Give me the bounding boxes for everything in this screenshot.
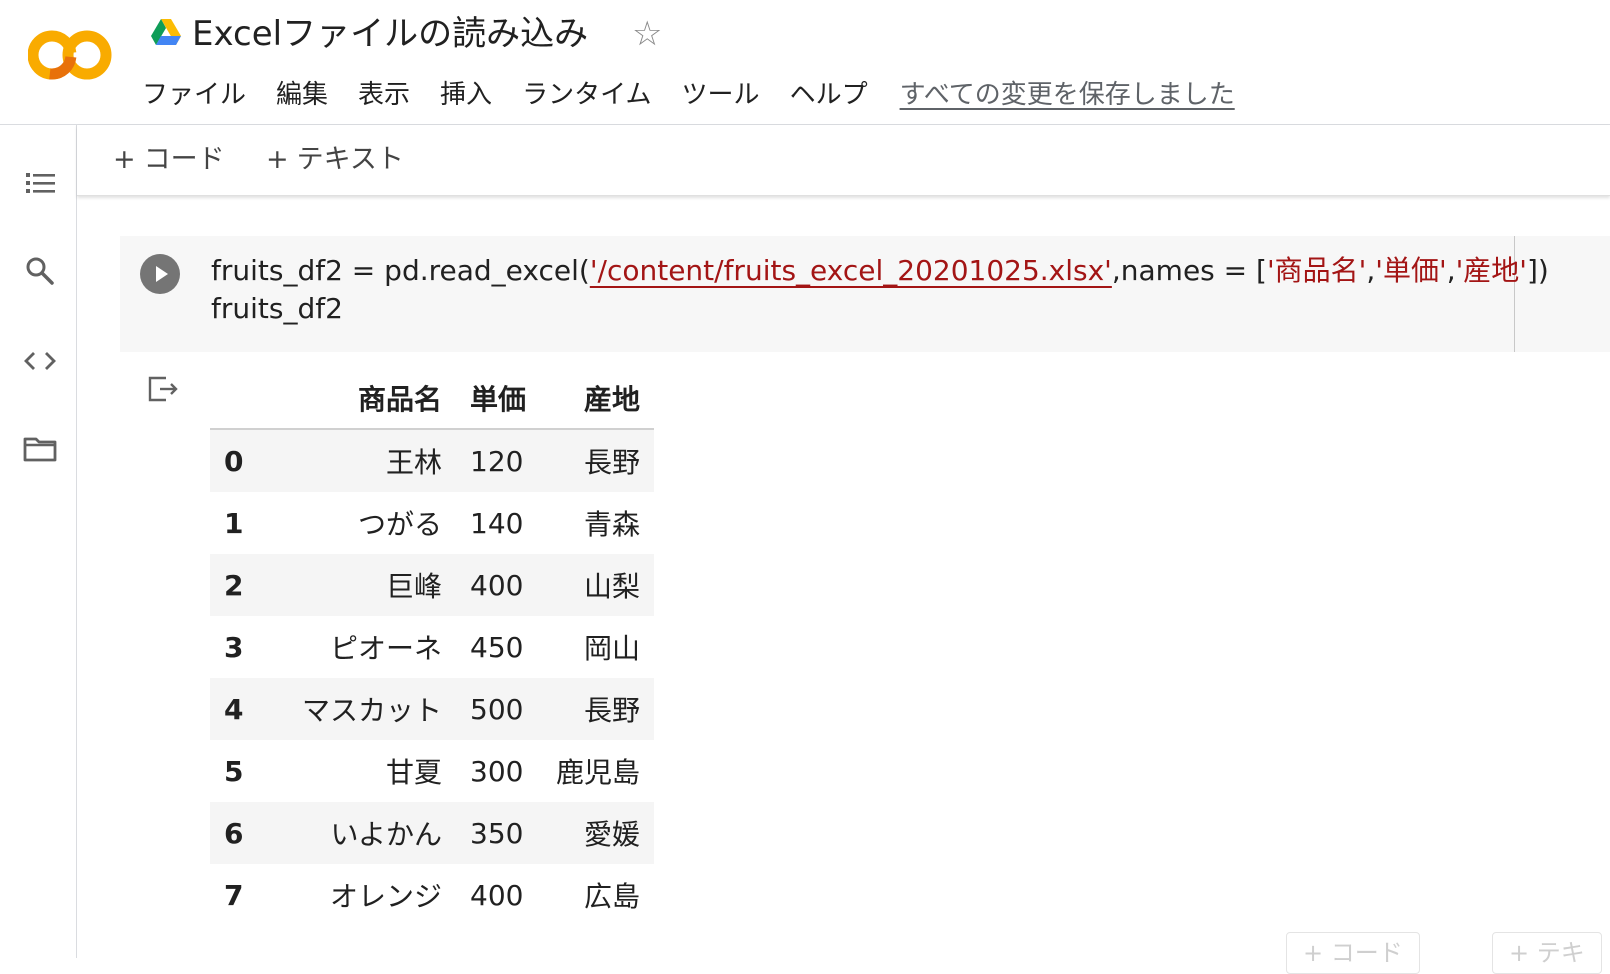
cell-price: 500	[470, 692, 524, 726]
code-text: fruits_df2	[211, 292, 343, 325]
row-index: 2	[224, 568, 244, 602]
index-header	[210, 368, 268, 429]
cell-origin: 愛媛	[584, 818, 641, 851]
left-sidebar	[0, 125, 77, 958]
code-string-path: '/content/fruits_excel_20201025.xlsx'	[589, 254, 1112, 287]
table-row: 3 ピオーネ 450 岡山	[210, 616, 655, 678]
code-snippets-icon[interactable]	[22, 343, 58, 379]
cell-origin: 鹿児島	[556, 756, 641, 789]
menu-edit[interactable]: 編集	[276, 74, 328, 111]
dataframe-table: 商品名 単価 産地 0 王林 120 長野 1 つがる 140 青森 2 巨峰 …	[210, 368, 655, 926]
cell-name: オレンジ	[329, 880, 442, 913]
hover-add-text-button[interactable]: + テキ	[1492, 932, 1602, 974]
cell-name: 巨峰	[385, 570, 442, 603]
add-code-button[interactable]: + コード	[113, 137, 225, 176]
google-drive-icon[interactable]	[150, 16, 182, 48]
cell-origin: 山梨	[584, 570, 641, 603]
table-header-row: 商品名 単価 産地	[210, 368, 655, 429]
notebook-title[interactable]: Excelファイルの読み込み	[192, 10, 588, 58]
cell-name: マスカット	[301, 694, 442, 727]
cell-toolbar: + コード + テキスト	[77, 125, 1610, 196]
code-text: ,names = [	[1111, 254, 1267, 287]
row-index: 6	[224, 816, 244, 850]
cell-name: つがる	[357, 508, 442, 541]
cell-name: 甘夏	[385, 756, 442, 789]
output-actions-icon[interactable]	[146, 372, 180, 406]
search-icon[interactable]	[22, 253, 58, 289]
app-header: Excelファイルの読み込み ☆ ファイル 編集 表示 挿入 ランタイム ツール…	[0, 0, 1610, 125]
save-status-link[interactable]: すべての変更を保存しました	[900, 74, 1235, 111]
column-header: 商品名	[357, 383, 442, 416]
menu-runtime[interactable]: ランタイム	[522, 74, 651, 111]
cell-origin: 広島	[584, 880, 641, 913]
menu-insert[interactable]: 挿入	[440, 74, 492, 111]
code-text: fruits_df2 = pd.read_excel(	[211, 254, 590, 287]
table-of-contents-icon[interactable]	[22, 165, 58, 201]
row-index: 7	[224, 878, 244, 912]
cell-price: 450	[470, 630, 524, 664]
cell-price: 300	[470, 754, 524, 788]
cell-price: 120	[470, 444, 524, 478]
table-row: 4 マスカット 500 長野	[210, 678, 655, 740]
cell-price: 400	[470, 568, 524, 602]
code-text: ])	[1527, 254, 1549, 287]
cell-price: 140	[470, 506, 524, 540]
cell-name: いよかん	[330, 818, 442, 851]
cell-origin: 青森	[584, 508, 641, 541]
add-code-label: コード	[143, 144, 225, 175]
add-text-button[interactable]: + テキスト	[266, 137, 404, 176]
menu-bar: ファイル 編集 表示 挿入 ランタイム ツール ヘルプ すべての変更を保存しまし…	[142, 72, 1235, 112]
table-row: 2 巨峰 400 山梨	[210, 554, 655, 616]
table-row: 5 甘夏 300 鹿児島	[210, 740, 655, 802]
code-string: '商品名'	[1266, 254, 1367, 287]
table-row: 7 オレンジ 400 広島	[210, 864, 655, 926]
row-index: 4	[224, 692, 244, 726]
column-header: 産地	[584, 383, 641, 416]
code-string: '単価'	[1375, 254, 1447, 287]
cell-origin: 長野	[584, 446, 641, 479]
row-index: 0	[224, 444, 244, 478]
cell-name: ピオーネ	[329, 632, 442, 665]
table-row: 0 王林 120 長野	[210, 429, 655, 492]
cell-origin: 長野	[584, 694, 641, 727]
table-row: 6 いよかん 350 愛媛	[210, 802, 655, 864]
code-editor[interactable]: fruits_df2 = pd.read_excel('/content/fru…	[211, 252, 1549, 328]
hover-add-code-button[interactable]: + コード	[1286, 932, 1420, 974]
menu-file[interactable]: ファイル	[142, 74, 246, 111]
menu-help[interactable]: ヘルプ	[790, 74, 868, 111]
cell-origin: 岡山	[584, 632, 641, 665]
row-index: 1	[224, 506, 244, 540]
menu-view[interactable]: 表示	[358, 74, 410, 111]
row-index: 3	[224, 630, 244, 664]
run-cell-button[interactable]	[140, 254, 180, 294]
add-text-label: テキスト	[296, 144, 404, 175]
menu-tools[interactable]: ツール	[682, 74, 760, 111]
code-comma: ,	[1366, 254, 1376, 287]
cell-name: 王林	[385, 446, 442, 479]
row-index: 5	[224, 754, 244, 788]
table-row: 1 つがる 140 青森	[210, 492, 655, 554]
code-string: '産地'	[1455, 254, 1527, 287]
code-comma: ,	[1446, 254, 1456, 287]
plus-icon: +	[113, 144, 136, 175]
column-header: 単価	[470, 383, 527, 416]
colab-logo[interactable]	[28, 26, 112, 84]
plus-icon: +	[266, 144, 289, 175]
star-icon[interactable]: ☆	[632, 12, 662, 56]
cell-price: 350	[470, 816, 524, 850]
cell-price: 400	[470, 878, 524, 912]
files-folder-icon[interactable]	[22, 431, 58, 467]
